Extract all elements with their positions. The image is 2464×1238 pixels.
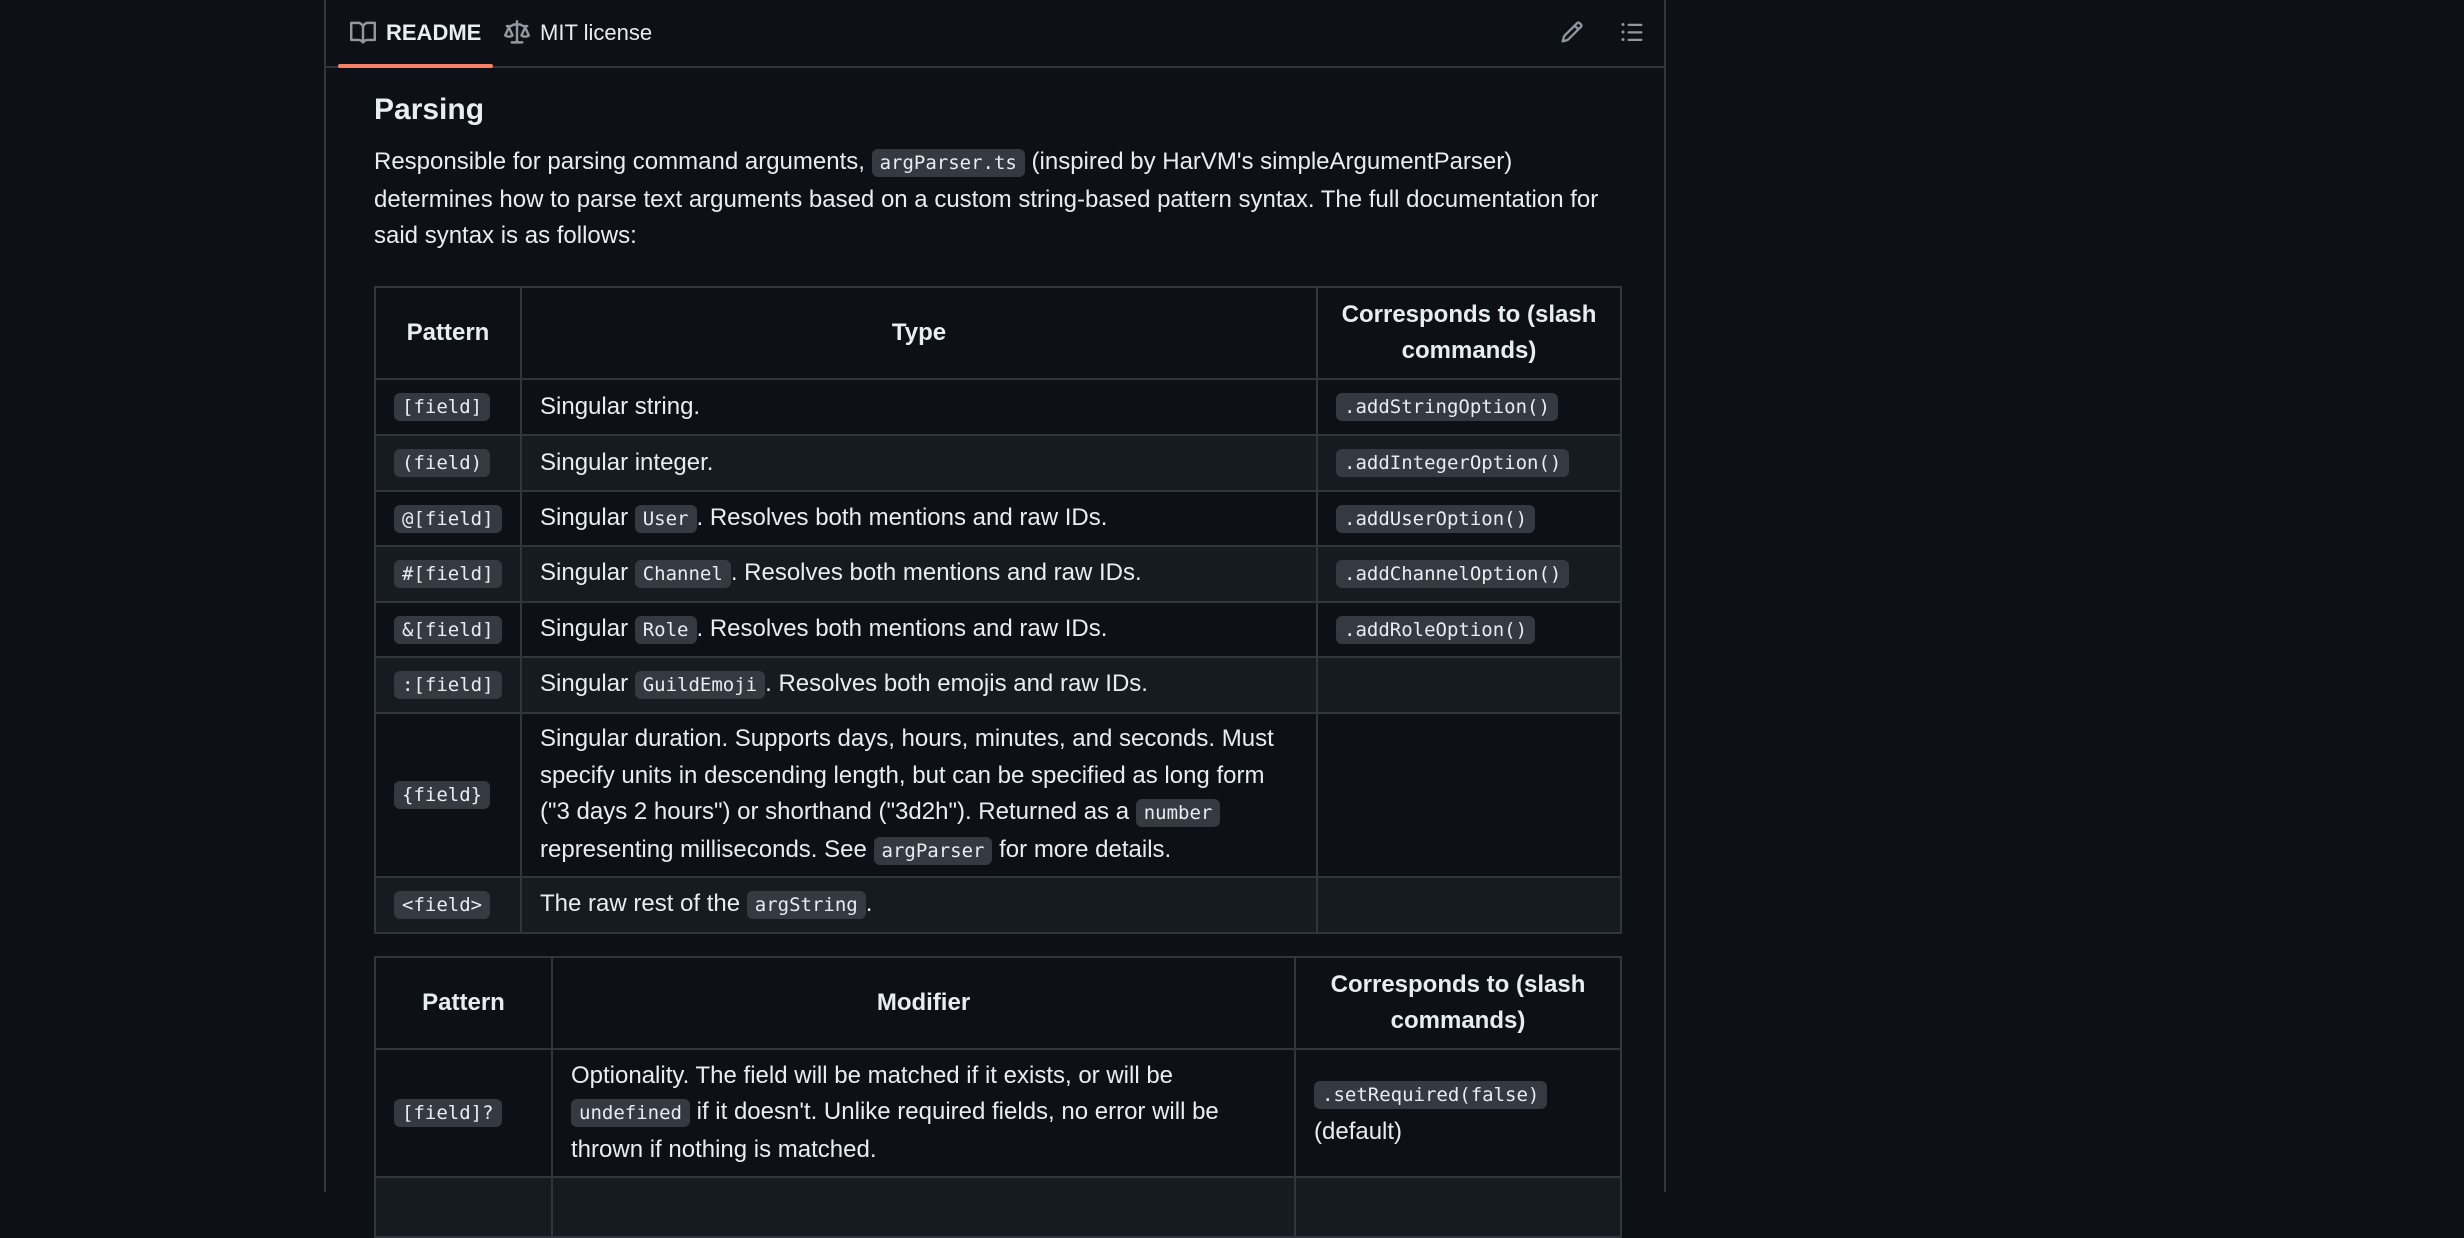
slash-code: .addRoleOption() — [1336, 615, 1536, 644]
pattern-types-table: Pattern Type Corresponds to (slash comma… — [374, 286, 1622, 934]
pattern-code: <field> — [394, 891, 491, 920]
pattern-code: #[field] — [394, 560, 502, 589]
slash-text: (default) — [1314, 1117, 1403, 1145]
type-text: The raw rest of the — [540, 890, 747, 918]
slash-empty — [1316, 876, 1622, 934]
type-code: number — [1135, 799, 1221, 827]
table-row: :[field] Singular GuildEmoji. Resolves b… — [374, 656, 1622, 714]
modifier-description: Optionality. The field will be matched i… — [551, 1048, 1296, 1178]
slash-empty — [1316, 656, 1622, 714]
modifier-code: undefined — [571, 1099, 690, 1128]
book-icon — [350, 20, 376, 46]
readme-box: README MIT license Parsing Responsible f… — [324, 0, 1666, 1238]
pattern-code: :[field] — [394, 671, 502, 700]
pattern-modifiers-table: Pattern Modifier Corresponds to (slash c… — [374, 956, 1622, 1238]
type-text: Singular integer. — [540, 448, 714, 476]
type-text: Singular — [540, 503, 635, 531]
type-text: Singular string. — [540, 392, 701, 420]
duration-description: Singular duration. Supports days, hours,… — [520, 712, 1318, 878]
pattern-code: (field) — [394, 449, 491, 478]
table-row — [374, 1176, 1622, 1238]
pattern-code: &[field] — [394, 615, 502, 644]
type-code: Channel — [634, 560, 731, 589]
pattern-code: {field} — [394, 781, 491, 810]
table-header-row: Pattern Type Corresponds to (slash comma… — [374, 286, 1622, 380]
table-row: &[field] Singular Role. Resolves both me… — [374, 601, 1622, 658]
intro-paragraph: Responsible for parsing command argument… — [374, 144, 1620, 255]
header-pattern: Pattern — [374, 286, 522, 380]
tab-readme-label: README — [386, 20, 482, 45]
slash-code: .addStringOption() — [1336, 393, 1558, 422]
edit-button[interactable] — [1556, 18, 1588, 50]
table-header-row: Pattern Modifier Corresponds to (slash c… — [374, 956, 1622, 1050]
scale-icon — [504, 20, 530, 46]
slash-empty — [1316, 712, 1622, 878]
pattern-code: @[field] — [394, 504, 502, 533]
pencil-icon — [1560, 20, 1584, 49]
slash-cell: .setRequired(false) (default) — [1294, 1048, 1622, 1178]
type-code: argParser — [873, 836, 993, 865]
table-row: <field> The raw rest of the argString. — [374, 876, 1622, 934]
slash-code: .addUserOption() — [1336, 504, 1536, 533]
header-type: Type — [520, 286, 1318, 380]
tab-readme[interactable]: README — [337, 0, 494, 68]
list-icon — [1620, 20, 1644, 49]
type-text: . — [865, 890, 873, 918]
type-code: User — [634, 504, 697, 533]
tab-license-label: MIT license — [540, 20, 653, 45]
slash-code: .addChannelOption() — [1336, 560, 1570, 589]
header-modifier: Modifier — [551, 956, 1296, 1050]
type-code: Role — [634, 615, 697, 644]
type-text: . Resolves both mentions and raw IDs. — [730, 559, 1142, 587]
header-pattern: Pattern — [374, 956, 553, 1050]
outline-button[interactable] — [1616, 18, 1648, 50]
header-slash: Corresponds to (slash commands) — [1316, 286, 1622, 380]
readme-content: Parsing Responsible for parsing command … — [374, 90, 1622, 1238]
table-row: (field) Singular integer. .addIntegerOpt… — [374, 434, 1622, 492]
type-code: argString — [746, 891, 866, 920]
intro-text-1: Responsible for parsing command argument… — [374, 148, 872, 175]
type-text: Singular — [540, 670, 635, 698]
type-text: Singular — [540, 614, 635, 642]
section-heading: Parsing — [374, 93, 485, 126]
slash-code: .setRequired(false) — [1314, 1081, 1548, 1109]
table-row: {field} Singular duration. Supports days… — [374, 712, 1622, 878]
type-text: . Resolves both mentions and raw IDs. — [696, 503, 1108, 531]
table-row: @[field] Singular User. Resolves both me… — [374, 490, 1622, 547]
type-text: Singular — [540, 559, 635, 587]
table-row: [field] Singular string. .addStringOptio… — [374, 378, 1622, 436]
slash-code: .addIntegerOption() — [1336, 449, 1570, 478]
type-code: GuildEmoji — [634, 671, 766, 700]
header-slash: Corresponds to (slash commands) — [1294, 956, 1622, 1050]
intro-code: argParser.ts — [871, 149, 1025, 177]
table-row: [field]? Optionality. The field will be … — [374, 1048, 1622, 1178]
table-row: #[field] Singular Channel. Resolves both… — [374, 545, 1622, 603]
type-text: . Resolves both emojis and raw IDs. — [765, 670, 1148, 698]
pattern-code: [field]? — [394, 1099, 502, 1128]
type-text: . Resolves both mentions and raw IDs. — [696, 614, 1108, 642]
tab-license[interactable]: MIT license — [504, 0, 652, 66]
readme-tab-bar: README MIT license — [326, 0, 1664, 68]
pattern-code: [field] — [394, 393, 491, 422]
